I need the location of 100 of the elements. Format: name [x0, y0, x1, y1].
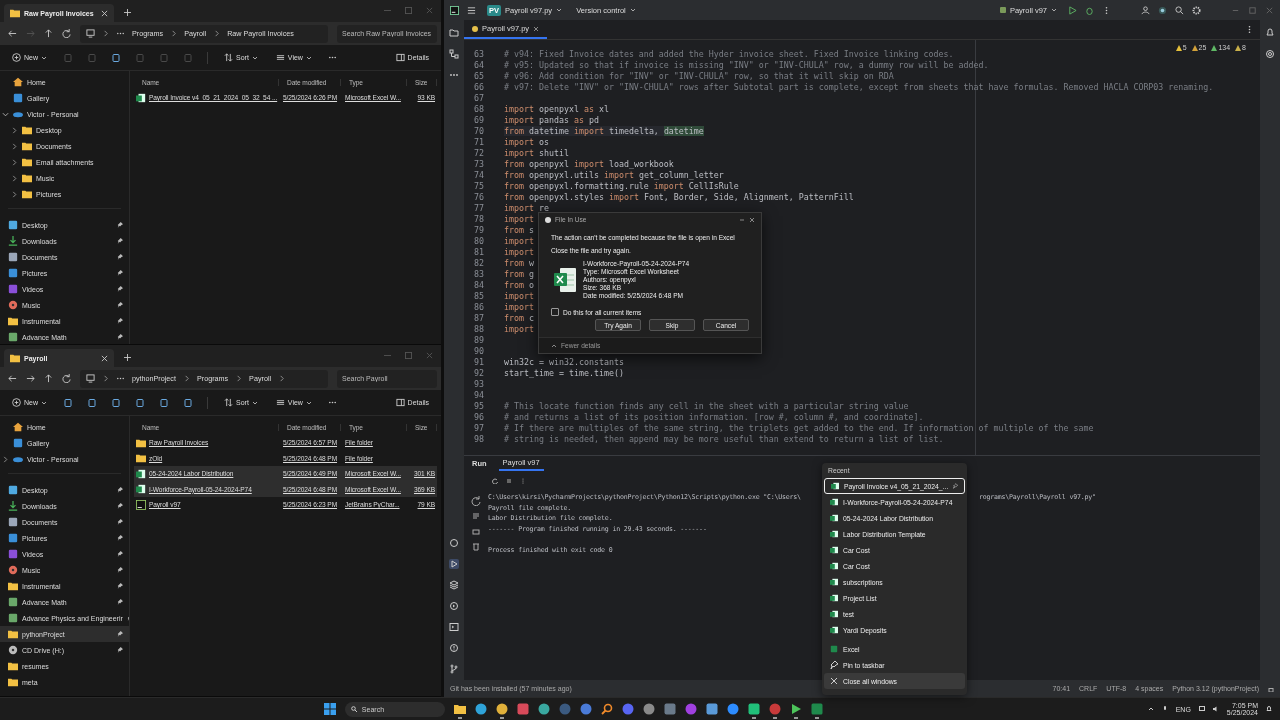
- circle-icon[interactable]: [579, 702, 592, 715]
- chevron-right-icon[interactable]: [11, 174, 18, 182]
- chevron-right-icon: [170, 30, 178, 37]
- code-line: import os: [504, 136, 549, 147]
- git-branch-icon[interactable]: [449, 664, 459, 674]
- new-tab-icon[interactable]: [124, 354, 131, 361]
- folder-outline-icon[interactable]: [449, 28, 459, 38]
- chevron-right-icon[interactable]: [11, 190, 18, 198]
- line-number: 90: [473, 345, 485, 356]
- circle-icon[interactable]: [726, 702, 739, 715]
- circle-icon[interactable]: [537, 702, 550, 715]
- chevron-right-icon[interactable]: [11, 142, 18, 150]
- cloud-icon: [13, 109, 23, 119]
- chevron-right-icon[interactable]: [11, 158, 18, 166]
- plus-circle-icon: [12, 398, 21, 407]
- code-line: from s: [504, 224, 534, 235]
- spreadsheet-icon: [830, 578, 838, 586]
- folder-icon: [136, 453, 146, 464]
- spreadsheet-icon: [136, 92, 146, 103]
- back-arrow-icon[interactable]: [8, 29, 17, 38]
- line-number: 88: [473, 323, 485, 334]
- problems-icon[interactable]: [449, 643, 459, 653]
- folder-icon: [8, 581, 18, 591]
- chevron-down-icon[interactable]: [2, 110, 9, 118]
- folder-icon[interactable]: [453, 702, 466, 715]
- start-icon[interactable]: [323, 703, 336, 715]
- spreadsheet-icon: [136, 484, 146, 495]
- close-icon[interactable]: [749, 216, 755, 223]
- code-line: import: [504, 235, 534, 246]
- run-icon[interactable]: [1068, 5, 1077, 15]
- notifications-icon[interactable]: [1266, 706, 1272, 712]
- rounded-square-icon[interactable]: [516, 702, 529, 715]
- play-icon[interactable]: [789, 702, 802, 715]
- spiral-icon[interactable]: [1265, 49, 1275, 59]
- new-tab-icon[interactable]: [124, 9, 131, 16]
- line-number: 93: [473, 378, 485, 389]
- circle-icon[interactable]: [474, 702, 487, 715]
- spreadsheet-icon: [830, 645, 838, 653]
- magnifier-icon[interactable]: [600, 702, 613, 715]
- refresh-icon[interactable]: [62, 29, 71, 38]
- code-line: from openpyxl import load_workbook: [504, 158, 674, 169]
- chevron-right-icon[interactable]: [11, 126, 18, 134]
- home-icon: [13, 77, 23, 87]
- checkbox-square[interactable]: [551, 308, 559, 316]
- run-icon[interactable]: [449, 559, 459, 569]
- search-icon[interactable]: [1175, 5, 1184, 15]
- line-number: 86: [473, 301, 485, 312]
- warning-icon: [1191, 44, 1198, 51]
- settings-icon[interactable]: [1192, 5, 1201, 15]
- line-number: 70: [473, 125, 485, 136]
- speaker-icon[interactable]: [1212, 706, 1219, 712]
- spreadsheet-icon[interactable]: [810, 702, 823, 715]
- chevron-up-icon[interactable]: [1147, 706, 1154, 712]
- caret-icon: [41, 54, 47, 61]
- rounded-square-icon[interactable]: [663, 702, 676, 715]
- details-pane-icon: [395, 398, 405, 407]
- circle-icon[interactable]: [495, 702, 508, 715]
- refresh-icon[interactable]: [62, 374, 71, 383]
- line-number: 84: [473, 279, 485, 290]
- menu-icon[interactable]: [467, 5, 476, 15]
- structure-icon[interactable]: [449, 49, 459, 59]
- stop-icon[interactable]: [506, 478, 512, 484]
- user-icon[interactable]: [1141, 5, 1150, 15]
- rerun-icon[interactable]: [492, 478, 498, 484]
- circle-icon[interactable]: [621, 702, 634, 715]
- code-line: import: [504, 323, 534, 334]
- spreadsheet-icon: [830, 594, 838, 602]
- line-number: 69: [473, 114, 485, 125]
- circle-icon[interactable]: [642, 702, 655, 715]
- document-icon: [8, 517, 18, 527]
- python-console-icon[interactable]: [449, 538, 459, 548]
- app-logo-icon[interactable]: [450, 5, 459, 15]
- monitor-icon[interactable]: [1198, 706, 1205, 712]
- close-icon[interactable]: [533, 25, 540, 32]
- folder-icon: [136, 437, 146, 448]
- back-arrow-icon[interactable]: [8, 374, 17, 383]
- chevron-right-icon: [213, 30, 221, 37]
- rounded-square-icon[interactable]: [747, 702, 760, 715]
- rerun-icon[interactable]: [471, 496, 481, 506]
- notifications-icon[interactable]: [1265, 28, 1275, 38]
- code-line: import openpyxl as xl: [504, 103, 609, 114]
- close-icon: [830, 677, 838, 685]
- line-number: 72: [473, 147, 485, 158]
- caret-icon: [556, 7, 563, 13]
- rounded-square-icon[interactable]: [705, 702, 718, 715]
- line-number: 85: [473, 290, 485, 301]
- line-number: 71: [473, 136, 485, 147]
- download-icon: [8, 236, 18, 246]
- chevron-right-icon[interactable]: [2, 455, 9, 463]
- circle-icon[interactable]: [684, 702, 697, 715]
- up-arrow-icon[interactable]: [44, 29, 53, 38]
- line-number: 64: [473, 59, 485, 70]
- layers-icon[interactable]: [449, 580, 459, 590]
- up-arrow-icon[interactable]: [44, 374, 53, 383]
- line-number: 94: [473, 389, 485, 400]
- terminal-icon[interactable]: [449, 622, 459, 632]
- trash-icon[interactable]: [471, 541, 481, 551]
- services-icon[interactable]: [449, 601, 459, 611]
- circle-icon[interactable]: [1158, 5, 1167, 15]
- caret-icon: [629, 7, 636, 13]
